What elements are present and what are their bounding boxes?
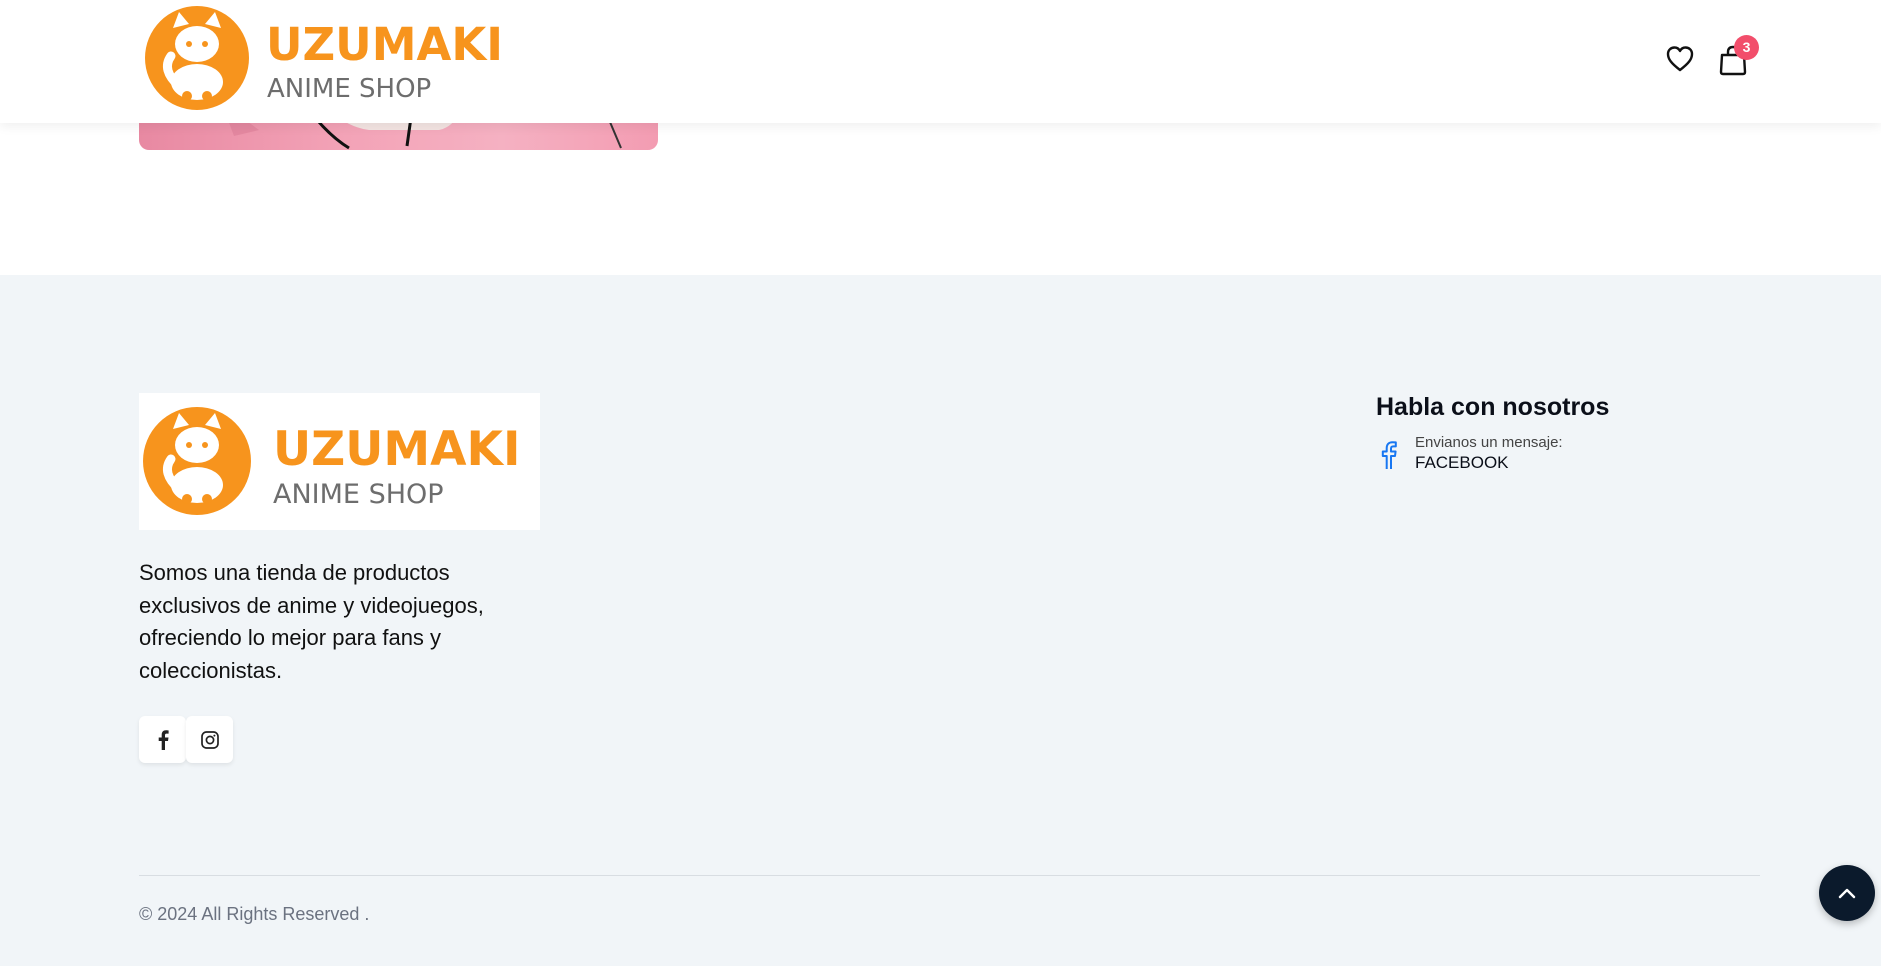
site-header: UZUMAKI ANIME SHOP 3 [0,0,1881,123]
scroll-to-top-button[interactable] [1819,865,1875,921]
chevron-up-icon [1838,888,1856,899]
copyright-text: © 2024 All Rights Reserved . [139,904,370,924]
wishlist-button[interactable] [1665,44,1695,74]
instagram-icon [200,730,219,749]
facebook-icon [158,729,169,750]
footer-divider [139,875,1760,876]
contact-facebook-link[interactable]: FACEBOOK [1415,453,1509,473]
contact-heading: Habla con nosotros [1376,393,1610,421]
header-logo-brand: UZUMAKI [266,18,503,71]
footer-about-text: Somos una tienda de productos exclusivos… [139,560,484,683]
footer-logo-brand: UZUMAKI [273,422,520,477]
heart-icon [1666,46,1694,72]
header-logo[interactable]: UZUMAKI ANIME SHOP [141,0,519,120]
contact-subtitle: Envianos un mensaje: [1415,434,1563,451]
footer-facebook-button[interactable] [139,716,186,763]
footer-logo-tagline: ANIME SHOP [273,479,444,510]
footer-instagram-button[interactable] [186,716,233,763]
footer-logo[interactable]: UZUMAKI ANIME SHOP [139,393,540,530]
cart-count-badge: 3 [1734,35,1759,60]
header-logo-tagline: ANIME SHOP [267,74,431,104]
facebook-icon [1379,440,1399,470]
